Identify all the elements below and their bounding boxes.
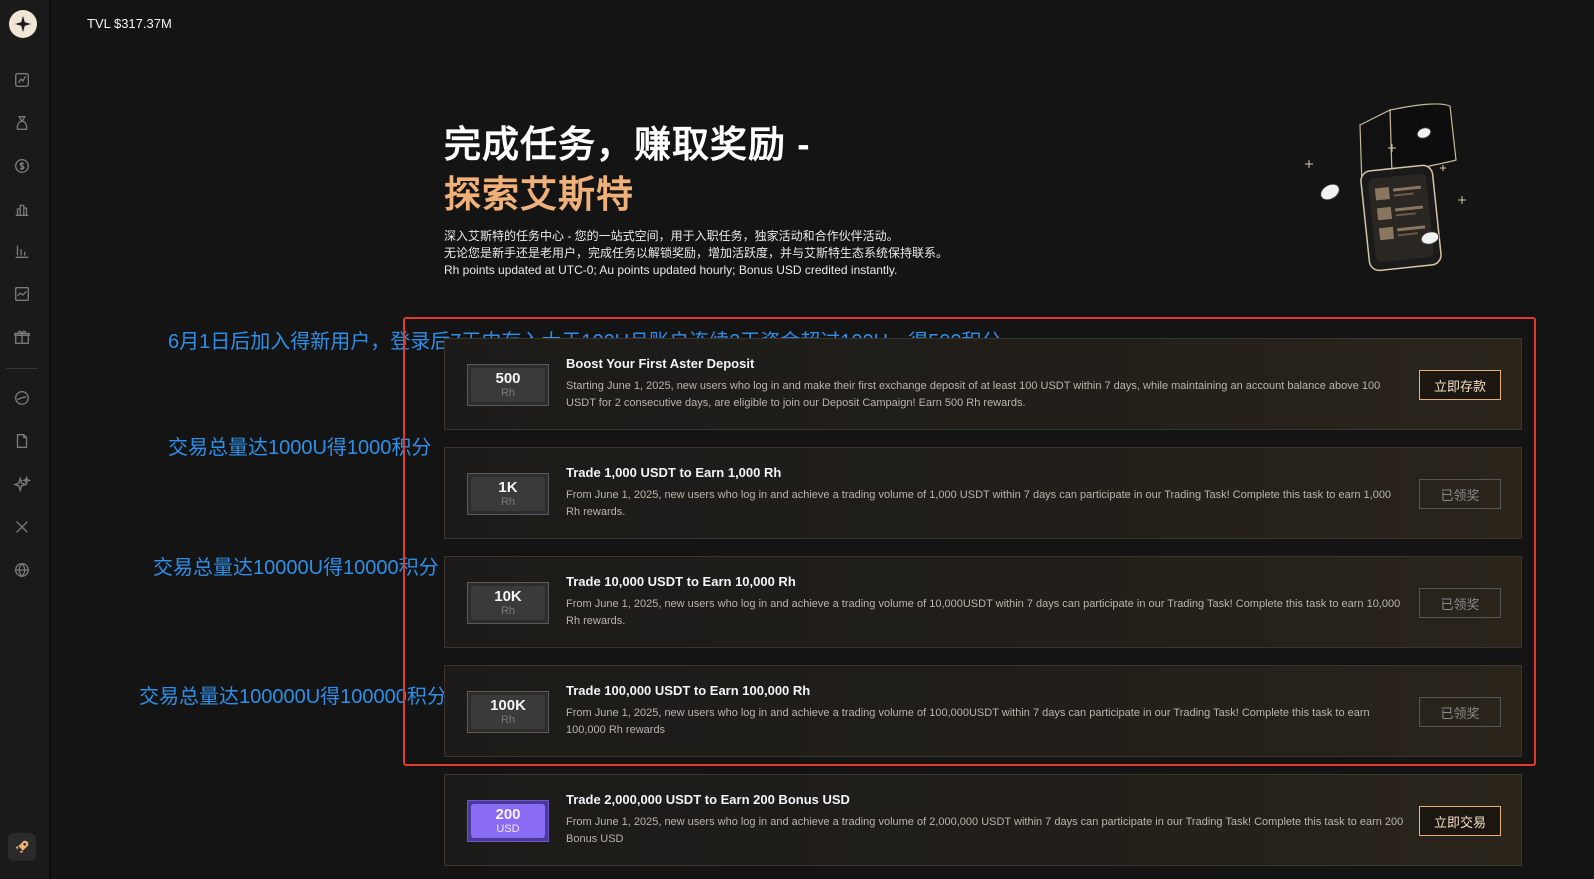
globe-chat-icon[interactable]: [12, 388, 32, 408]
task-description: From June 1, 2025, new users who log in …: [566, 489, 1392, 518]
logo-icon[interactable]: [9, 10, 37, 38]
task-card: 1K Rh Trade 1,000 USDT to Earn 1,000 Rh …: [444, 447, 1522, 539]
trade-now-button[interactable]: 立即交易: [1419, 806, 1501, 836]
page-title: 完成任务，赚取奖励 -: [444, 124, 811, 165]
gift-icon[interactable]: [12, 327, 32, 347]
page-subtitle: 探索艾斯特: [444, 174, 634, 215]
world-icon[interactable]: [12, 560, 32, 580]
task-description: From June 1, 2025, new users who log in …: [566, 598, 1401, 627]
reward-badge: 10K Rh: [467, 582, 549, 624]
reward-badge: 1K Rh: [467, 473, 549, 515]
reward-badge: 500 Rh: [467, 364, 549, 406]
sidebar-divider: [6, 368, 38, 369]
task-card: 200 USD Trade 2,000,000 USDT to Earn 200…: [444, 774, 1522, 866]
chart-icon[interactable]: [12, 70, 32, 90]
sidebar: [0, 0, 51, 879]
task-card: 100K Rh Trade 100,000 USDT to Earn 100,0…: [444, 665, 1522, 757]
dollar-icon[interactable]: [12, 156, 32, 176]
task-title: Trade 1,000 USDT to Earn 1,000 Rh: [566, 465, 782, 480]
claimed-button[interactable]: 已领奖: [1419, 479, 1501, 509]
document-icon[interactable]: [12, 431, 32, 451]
claimed-button[interactable]: 已领奖: [1419, 697, 1501, 727]
task-title: Trade 100,000 USDT to Earn 100,000 Rh: [566, 683, 811, 698]
task-description: Starting June 1, 2025, new users who log…: [566, 380, 1381, 409]
tvl-value: TVL $317.37M: [87, 16, 172, 31]
deposit-now-button[interactable]: 立即存款: [1419, 370, 1501, 400]
task-title: Trade 10,000 USDT to Earn 10,000 Rh: [566, 574, 796, 589]
reward-badge: 200 USD: [467, 800, 549, 842]
bag-icon[interactable]: [12, 113, 32, 133]
reward-badge: 100K Rh: [467, 691, 549, 733]
task-description: From June 1, 2025, new users who log in …: [566, 707, 1370, 736]
rocket-icon[interactable]: [8, 833, 36, 861]
hero-description: 深入艾斯特的任务中心 - 您的一站式空间，用于入职任务，独家活动和合作伙伴活动。…: [444, 229, 949, 277]
task-card: 500 Rh Boost Your First Aster Deposit St…: [444, 338, 1522, 430]
claimed-button[interactable]: 已领奖: [1419, 588, 1501, 618]
bar-chart-icon[interactable]: [12, 199, 32, 219]
phone-illustration-icon: [1305, 103, 1466, 272]
annotation-trade-1k: 交易总量达1000U得1000积分: [168, 437, 432, 459]
task-title: Boost Your First Aster Deposit: [566, 356, 755, 371]
annotation-trade-10k: 交易总量达10000U得10000积分: [153, 557, 439, 579]
trend-icon[interactable]: [12, 284, 32, 304]
task-description: From June 1, 2025, new users who log in …: [566, 816, 1404, 845]
task-title: Trade 2,000,000 USDT to Earn 200 Bonus U…: [566, 792, 850, 807]
task-card: 10K Rh Trade 10,000 USDT to Earn 10,000 …: [444, 556, 1522, 648]
column-chart-icon[interactable]: [12, 241, 32, 261]
x-icon[interactable]: [12, 517, 32, 537]
annotation-trade-100k: 交易总量达100000U得100000积分: [139, 686, 447, 708]
sparkle-icon[interactable]: [12, 474, 32, 494]
